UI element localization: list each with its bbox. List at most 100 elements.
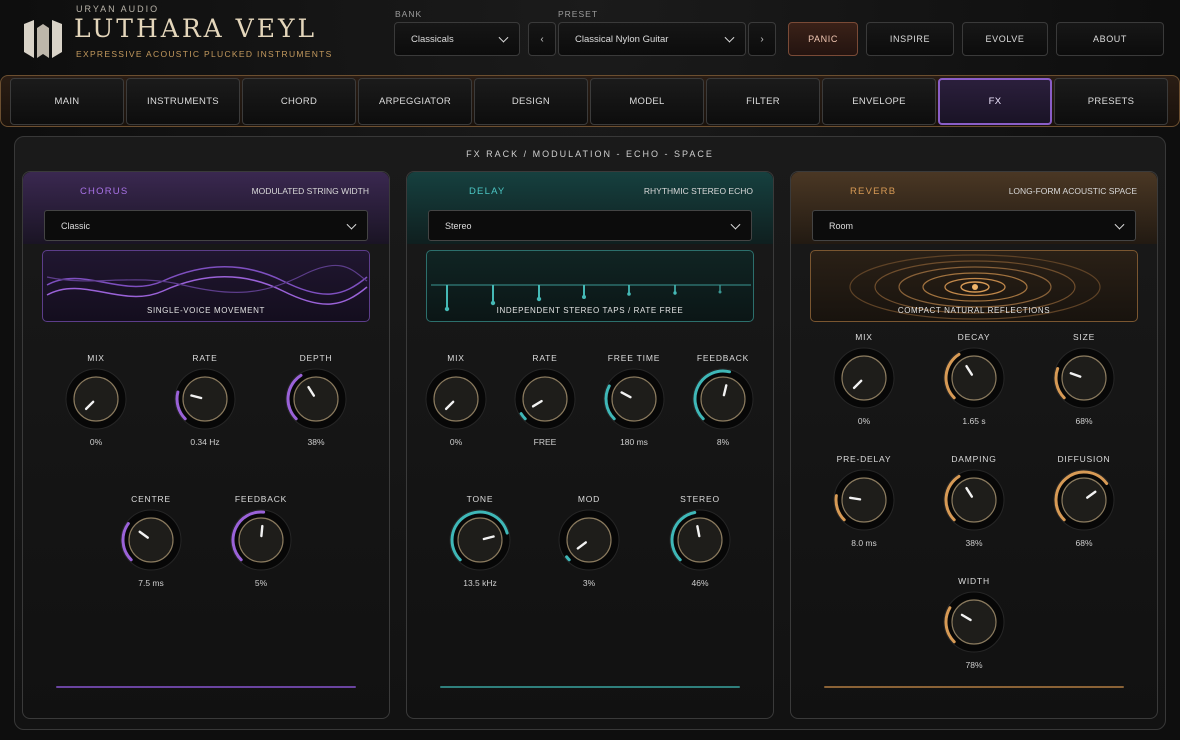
tab-fx[interactable]: FX xyxy=(938,78,1052,125)
reverb-diffusion-knob[interactable]: DIFFUSION 68% xyxy=(1039,454,1129,554)
rack-title: FX RACK / MODULATION - ECHO - SPACE xyxy=(466,149,714,159)
knob-label: FEEDBACK xyxy=(696,353,750,363)
bank-label: BANK xyxy=(395,9,423,19)
knob-dial-icon xyxy=(603,368,665,430)
knob-label: SIZE xyxy=(1072,332,1096,342)
knob-label: RATE xyxy=(192,353,218,363)
reverb-mix-knob[interactable]: MIX 0% xyxy=(819,332,909,432)
tab-arpeggiator[interactable]: ARPEGGIATOR xyxy=(358,78,472,125)
knob-dial-icon xyxy=(669,509,731,571)
knob-label: MIX xyxy=(87,353,105,363)
chorus-mode-select[interactable]: Classic xyxy=(44,210,368,241)
tab-design[interactable]: DESIGN xyxy=(474,78,588,125)
tab-envelope[interactable]: ENVELOPE xyxy=(822,78,936,125)
chevron-down-icon xyxy=(1114,219,1125,230)
tab-filter[interactable]: FILTER xyxy=(706,78,820,125)
previous-preset-button[interactable]: ‹ xyxy=(528,22,556,56)
bank-value: Classicals xyxy=(411,33,454,45)
knob-value: 0% xyxy=(89,437,103,447)
tab-instruments[interactable]: INSTRUMENTS xyxy=(126,78,240,125)
preset-select[interactable]: Classical Nylon Guitar xyxy=(558,22,746,56)
knob-dial-icon xyxy=(285,368,347,430)
knob-dial-icon xyxy=(833,469,895,531)
knob-dial-icon xyxy=(120,509,182,571)
knob-value: 0.34 Hz xyxy=(190,437,220,447)
delay-mode-select[interactable]: Stereo xyxy=(428,210,752,241)
knob-label: RATE xyxy=(532,353,558,363)
delay-rate-knob[interactable]: RATE FREE xyxy=(500,353,590,453)
knob-dial-icon xyxy=(943,469,1005,531)
tab-presets[interactable]: PRESETS xyxy=(1054,78,1168,125)
reverb-mode-select[interactable]: Room xyxy=(812,210,1136,241)
tab-model[interactable]: MODEL xyxy=(590,78,704,125)
delay-title: DELAY xyxy=(469,186,506,197)
about-button[interactable]: ABOUT xyxy=(1056,22,1164,56)
knob-dial-icon xyxy=(174,368,236,430)
knob-value: 8.0 ms xyxy=(851,538,877,548)
reverb-visualizer: COMPACT NATURAL REFLECTIONS xyxy=(810,250,1138,322)
tab-main[interactable]: MAIN xyxy=(10,78,124,125)
delay-visualizer: INDEPENDENT STEREO TAPS / RATE FREE xyxy=(426,250,754,322)
preset-value: Classical Nylon Guitar xyxy=(575,33,669,45)
knob-dial-icon xyxy=(1053,469,1115,531)
reverb-size-knob[interactable]: SIZE 68% xyxy=(1039,332,1129,432)
chorus-centre-knob[interactable]: CENTRE 7.5 ms xyxy=(106,494,196,594)
knob-pointer xyxy=(848,496,862,501)
knob-value: 46% xyxy=(691,578,709,588)
chorus-depth-knob[interactable]: DEPTH 38% xyxy=(271,353,361,453)
knob-pointer xyxy=(260,524,264,538)
chorus-accent-line xyxy=(56,686,356,688)
tab-chord[interactable]: CHORD xyxy=(242,78,356,125)
chorus-rate-knob[interactable]: RATE 0.34 Hz xyxy=(160,353,250,453)
knob-label: MIX xyxy=(855,332,873,342)
delay-stereo-knob[interactable]: STEREO 46% xyxy=(655,494,745,594)
panic-button[interactable]: PANIC xyxy=(788,22,858,56)
reverb-damping-knob[interactable]: DAMPING 38% xyxy=(929,454,1019,554)
delay-feedback-knob[interactable]: FEEDBACK 8% xyxy=(678,353,768,453)
reverb-accent-line xyxy=(824,686,1124,688)
knob-label: MIX xyxy=(447,353,465,363)
delay-free-time-knob[interactable]: FREE TIME 180 ms xyxy=(589,353,679,453)
knob-label: TONE xyxy=(466,494,494,504)
knob-dial-icon xyxy=(833,347,895,409)
delay-description: RHYTHMIC STEREO ECHO xyxy=(643,186,753,196)
plugin-window: URYAN AUDIO LUTHARA VEYL EXPRESSIVE ACOU… xyxy=(0,0,1180,740)
knob-dial-icon xyxy=(943,591,1005,653)
reverb-decay-knob[interactable]: DECAY 1.65 s xyxy=(929,332,1019,432)
knob-dial-icon xyxy=(514,368,576,430)
knob-dial-icon xyxy=(65,368,127,430)
knob-value: 180 ms xyxy=(620,437,648,447)
reverb-width-knob[interactable]: WIDTH 78% xyxy=(929,576,1019,676)
chorus-viz-caption: SINGLE-VOICE MOVEMENT xyxy=(147,306,265,315)
delay-mod-knob[interactable]: MOD 3% xyxy=(544,494,634,594)
product-tagline: EXPRESSIVE ACOUSTIC PLUCKED INSTRUMENTS xyxy=(76,49,333,59)
knob-value: 13.5 kHz xyxy=(463,578,497,588)
chevron-down-icon xyxy=(724,32,735,43)
knob-value: 0% xyxy=(449,437,463,447)
knob-dial-icon xyxy=(692,368,754,430)
knob-value: 8% xyxy=(716,437,730,447)
bank-select[interactable]: Classicals xyxy=(394,22,520,56)
chorus-visualizer: SINGLE-VOICE MOVEMENT xyxy=(42,250,370,322)
inspire-button[interactable]: INSPIRE xyxy=(866,22,954,56)
chorus-feedback-knob[interactable]: FEEDBACK 5% xyxy=(216,494,306,594)
chorus-mix-knob[interactable]: MIX 0% xyxy=(51,353,141,453)
chevron-down-icon xyxy=(346,219,357,230)
knob-label: DECAY xyxy=(957,332,991,342)
reverb-pre-delay-knob[interactable]: PRE-DELAY 8.0 ms xyxy=(819,454,909,554)
next-preset-button[interactable]: › xyxy=(748,22,776,56)
knob-dial-icon xyxy=(943,347,1005,409)
delay-tone-knob[interactable]: TONE 13.5 kHz xyxy=(435,494,525,594)
evolve-button[interactable]: EVOLVE xyxy=(962,22,1048,56)
knob-label: PRE-DELAY xyxy=(836,454,892,464)
knob-dial-icon xyxy=(1053,347,1115,409)
preset-label: PRESET xyxy=(558,9,599,19)
knob-value: 78% xyxy=(965,660,983,670)
knob-value: FREE xyxy=(533,437,557,447)
delay-mix-knob[interactable]: MIX 0% xyxy=(411,353,501,453)
knob-label: FEEDBACK xyxy=(234,494,288,504)
reverb-viz-caption: COMPACT NATURAL REFLECTIONS xyxy=(897,306,1051,315)
knob-value: 5% xyxy=(254,578,268,588)
knob-label: CENTRE xyxy=(131,494,171,504)
reverb-mode-value: Room xyxy=(829,220,854,231)
